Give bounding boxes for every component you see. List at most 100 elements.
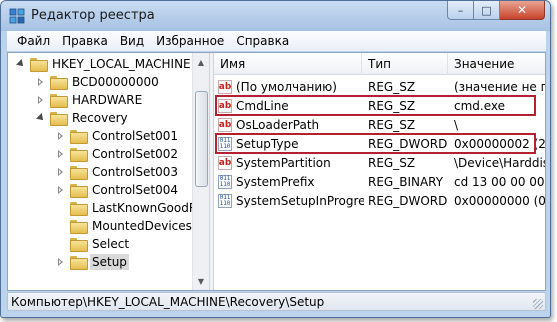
string-value-icon: ab (218, 117, 232, 132)
collapsed-arrow-icon[interactable] (36, 95, 46, 105)
value-name: SystemSetupInProgress (236, 193, 364, 208)
menu-edit[interactable]: Правка (56, 34, 114, 48)
value-data: \Device\Harddisk (454, 155, 545, 170)
folder-icon (50, 112, 68, 126)
collapsed-arrow-icon[interactable] (56, 131, 66, 141)
value-row[interactable]: 011 110 SystemSetupInProgress REG_DWORD 0… (214, 191, 545, 210)
string-value-icon: ab (218, 79, 232, 94)
tree-item-label: Recovery (72, 111, 128, 125)
expanded-arrow-icon[interactable] (36, 113, 46, 123)
tree-vertical-scrollbar[interactable]: ▲ ▼ (192, 53, 209, 290)
binary-value-icon: 011 110 (218, 193, 232, 208)
value-type: REG_SZ (368, 98, 416, 113)
collapsed-arrow-icon[interactable] (56, 257, 66, 267)
value-data: \ (454, 117, 459, 132)
folder-icon (70, 220, 88, 234)
value-name: SystemPartition (236, 155, 331, 170)
caption-buttons: – □ ✕ (447, 1, 545, 21)
folder-icon (70, 166, 88, 180)
main-client-area: HKEY_LOCAL_MACHINE BCD00000000 HARDWARE … (7, 52, 546, 291)
value-name: CmdLine (236, 98, 289, 113)
tree-item-label: ControlSet002 (92, 147, 178, 161)
folder-icon (70, 148, 88, 162)
tree-item-controlset003[interactable]: ControlSet003 (56, 163, 180, 181)
value-type: REG_SZ (368, 155, 416, 170)
scroll-down-icon[interactable]: ▼ (193, 273, 209, 289)
value-type: REG_BINARY (368, 174, 444, 189)
scroll-thumb[interactable] (195, 91, 208, 187)
values-list: Имя Тип Значение ab (По умолчанию) REG_S… (214, 53, 545, 290)
value-row[interactable]: ab OsLoaderPath REG_SZ \ (214, 115, 545, 134)
folder-icon (70, 184, 88, 198)
menu-file[interactable]: Файл (11, 34, 56, 48)
status-bar: Компьютер\HKEY_LOCAL_MACHINE\Recovery\Se… (7, 292, 546, 311)
tree-item-label: LastKnownGoodRe (92, 201, 205, 215)
value-name: (По умолчанию) (236, 79, 337, 94)
value-name: SystemPrefix (236, 174, 315, 189)
collapsed-arrow-icon[interactable] (56, 167, 66, 177)
binary-value-icon: 011 110 (218, 136, 232, 151)
value-name: SetupType (236, 136, 299, 151)
collapsed-arrow-icon[interactable] (56, 149, 66, 159)
value-row[interactable]: ab SystemPartition REG_SZ \Device\Harddi… (214, 153, 545, 172)
tree-item-controlset001[interactable]: ControlSet001 (56, 127, 180, 145)
value-row[interactable]: ab (По умолчанию) REG_SZ (значение не пр… (214, 77, 545, 96)
menu-help[interactable]: Справка (230, 34, 295, 48)
maximize-icon: □ (481, 3, 492, 17)
value-row[interactable]: 011 110 SetupType REG_DWORD 0x00000002 (2… (214, 134, 545, 153)
tree-item-recovery[interactable]: Recovery (36, 109, 130, 127)
folder-icon (70, 130, 88, 144)
column-header-name[interactable]: Имя (214, 53, 362, 75)
window-title: Редактор реестра (31, 8, 155, 23)
close-icon: ✕ (516, 3, 528, 17)
tree-item-label: BCD00000000 (72, 75, 159, 89)
minimize-icon: – (457, 3, 464, 17)
tree-item-label: ControlSet003 (92, 165, 178, 179)
registry-editor-window: Редактор реестра – □ ✕ Файл Правка Вид И… (0, 0, 551, 318)
tree-item-hklm[interactable]: HKEY_LOCAL_MACHINE (16, 55, 193, 73)
tree-item-label: MountedDevices (92, 219, 192, 233)
minimize-button[interactable]: – (447, 1, 474, 20)
collapsed-arrow-icon[interactable] (56, 185, 66, 195)
resize-grip-icon[interactable] (533, 299, 543, 309)
value-row[interactable]: ab CmdLine REG_SZ cmd.exe (214, 96, 545, 115)
folder-icon (70, 202, 88, 216)
expanded-arrow-icon[interactable] (16, 59, 26, 69)
tree-item-label: Setup (90, 254, 129, 270)
tree-item-lastknowngood[interactable]: LastKnownGoodRe (56, 199, 206, 217)
column-header-type[interactable]: Тип (362, 53, 448, 75)
registry-tree: HKEY_LOCAL_MACHINE BCD00000000 HARDWARE … (8, 53, 212, 290)
tree-item-setup[interactable]: Setup (56, 253, 129, 271)
value-row[interactable]: 011 110 SystemPrefix REG_BINARY cd 13 00 … (214, 172, 545, 191)
menu-view[interactable]: Вид (114, 34, 150, 48)
folder-icon (70, 238, 88, 252)
tree-item-mounteddevices[interactable]: MountedDevices (56, 217, 194, 235)
column-header-value[interactable]: Значение (448, 53, 545, 75)
value-data: cmd.exe (454, 98, 506, 113)
value-type: REG_SZ (368, 79, 416, 94)
value-name: OsLoaderPath (236, 117, 320, 132)
value-data: (значение не при (454, 79, 545, 94)
tree-item-label: HKEY_LOCAL_MACHINE (52, 57, 191, 71)
title-bar[interactable]: Редактор реестра – □ ✕ (1, 1, 550, 31)
tree-item-label: ControlSet001 (92, 129, 178, 143)
maximize-button[interactable]: □ (474, 1, 500, 20)
binary-value-icon: 011 110 (218, 174, 232, 189)
tree-item-bcd[interactable]: BCD00000000 (36, 73, 161, 91)
scroll-up-icon[interactable]: ▲ (193, 54, 209, 70)
value-data: 0x00000002 (2) (454, 136, 545, 151)
value-type: REG_DWORD (368, 136, 448, 151)
collapsed-arrow-icon[interactable] (36, 77, 46, 87)
registry-app-icon (9, 8, 25, 24)
status-path: Компьютер\HKEY_LOCAL_MACHINE\Recovery\Se… (11, 294, 325, 309)
list-header: Имя Тип Значение (214, 53, 545, 75)
tree-item-select[interactable]: Select (56, 235, 131, 253)
string-value-icon: ab (218, 155, 232, 170)
tree-item-controlset004[interactable]: ControlSet004 (56, 181, 180, 199)
menu-favorites[interactable]: Избранное (150, 34, 230, 48)
close-button[interactable]: ✕ (500, 1, 545, 20)
tree-item-label: ControlSet004 (92, 183, 178, 197)
tree-item-label: Select (92, 237, 130, 251)
tree-item-hardware[interactable]: HARDWARE (36, 91, 144, 109)
tree-item-controlset002[interactable]: ControlSet002 (56, 145, 180, 163)
